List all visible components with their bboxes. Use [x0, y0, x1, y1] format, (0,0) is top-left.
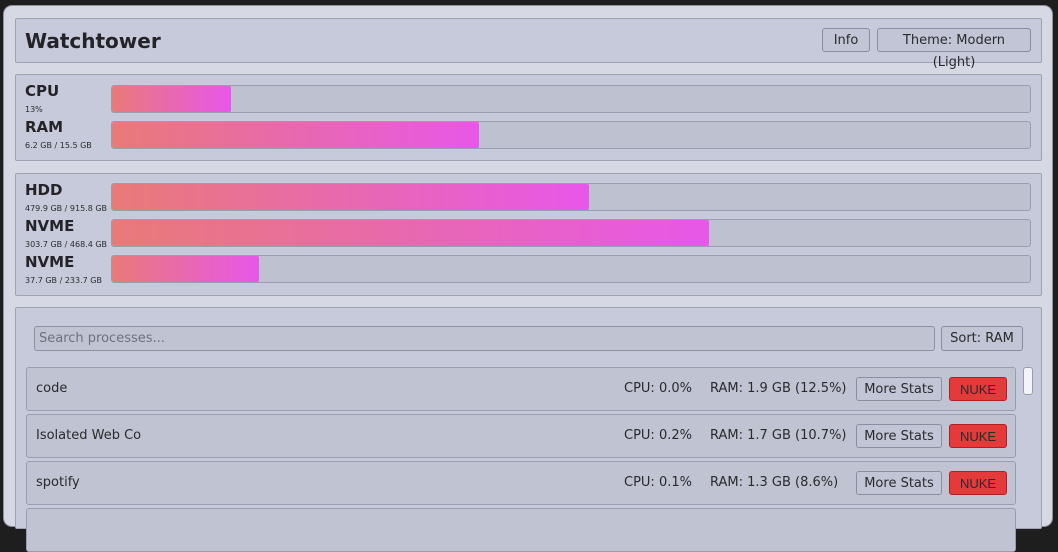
gauge-fill	[112, 184, 590, 210]
process-ram: RAM: 1.7 GB (10.7%)	[710, 428, 847, 443]
nuke-button[interactable]: NUKE	[949, 471, 1007, 495]
info-button[interactable]: Info	[822, 28, 870, 52]
more-stats-button[interactable]: More Stats	[856, 471, 942, 495]
gauge-fill	[112, 122, 480, 148]
gauge-fill	[112, 256, 259, 282]
gauge-fill	[112, 86, 232, 112]
system-gauges-panel: CPU 13% RAM 6.2 GB / 15.5 GB	[15, 74, 1042, 161]
process-panel: Sort: RAM code CPU: 0.0% RAM: 1.9 GB (12…	[15, 307, 1042, 552]
nuke-button[interactable]: NUKE	[949, 424, 1007, 448]
gauge-track	[111, 85, 1031, 113]
nuke-button[interactable]: NUKE	[949, 377, 1007, 401]
process-row: spotify CPU: 0.1% RAM: 1.3 GB (8.6%) Mor…	[26, 461, 1016, 505]
gauge-label: NVME	[25, 217, 75, 235]
sort-button[interactable]: Sort: RAM	[941, 326, 1023, 351]
gauge-track	[111, 183, 1031, 211]
more-stats-button[interactable]: More Stats	[856, 424, 942, 448]
process-list-scrollbar[interactable]	[1022, 366, 1033, 526]
app-window: Watchtower Info Theme: Modern (Light) CP…	[4, 6, 1052, 552]
gauge-label: CPU	[25, 82, 60, 100]
process-ram: RAM: 1.3 GB (8.6%)	[710, 475, 839, 490]
process-row	[26, 508, 1016, 552]
more-stats-button[interactable]: More Stats	[856, 377, 942, 401]
process-cpu: CPU: 0.1%	[624, 475, 692, 490]
disk-gauges-panel: HDD 479.9 GB / 915.8 GB NVME 303.7 GB / …	[15, 173, 1042, 296]
gauge-detail: 303.7 GB / 468.4 GB	[25, 240, 108, 249]
process-ram: RAM: 1.9 GB (12.5%)	[710, 381, 847, 396]
process-name: code	[36, 381, 68, 396]
gauge-track	[111, 219, 1031, 247]
app-title: Watchtower	[25, 29, 161, 53]
gauge-label: NVME	[25, 253, 75, 271]
process-search-input[interactable]	[34, 326, 935, 351]
gauge-label: RAM	[25, 118, 64, 136]
gauge-fill	[112, 220, 709, 246]
gauge-track	[111, 121, 1031, 149]
header-panel: Watchtower Info Theme: Modern (Light)	[15, 18, 1042, 70]
process-name: Isolated Web Co	[36, 428, 142, 443]
gauge-label: HDD	[25, 181, 63, 199]
process-row: Isolated Web Co CPU: 0.2% RAM: 1.7 GB (1…	[26, 414, 1016, 458]
process-cpu: CPU: 0.0%	[624, 381, 692, 396]
process-cpu: CPU: 0.2%	[624, 428, 692, 443]
gauge-detail: 479.9 GB / 915.8 GB	[25, 204, 108, 213]
gauge-detail: 37.7 GB / 233.7 GB	[25, 276, 102, 285]
process-name: spotify	[36, 475, 80, 490]
gauge-detail: 13%	[25, 105, 43, 114]
theme-button[interactable]: Theme: Modern (Light)	[877, 28, 1031, 70]
scrollbar-thumb[interactable]	[1023, 367, 1033, 395]
gauge-track	[111, 255, 1031, 283]
process-row: code CPU: 0.0% RAM: 1.9 GB (12.5%) More …	[26, 367, 1016, 411]
gauge-detail: 6.2 GB / 15.5 GB	[25, 141, 92, 150]
